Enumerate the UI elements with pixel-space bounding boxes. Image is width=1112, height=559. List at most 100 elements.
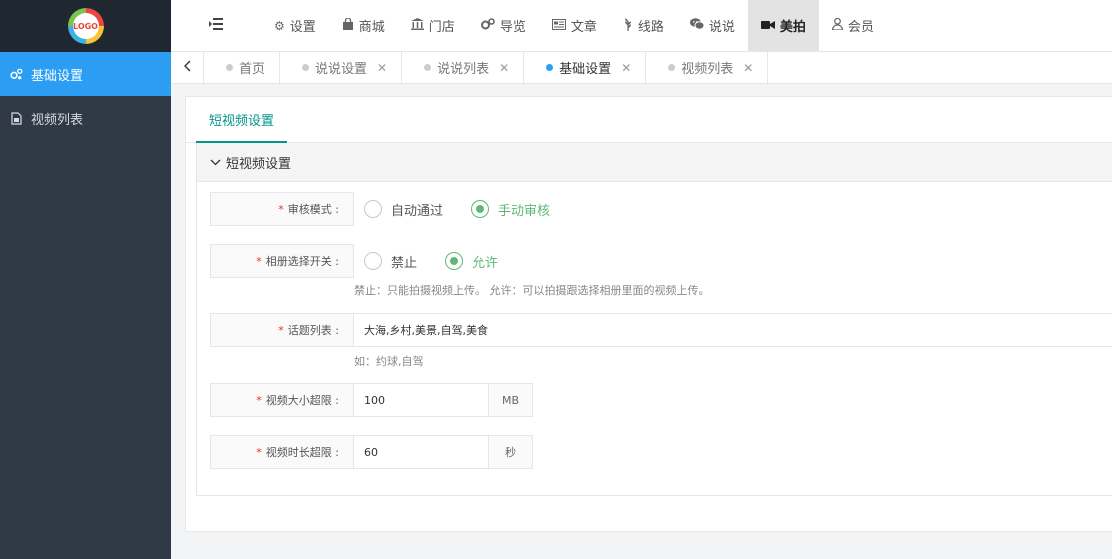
nav-item-route[interactable]: 线路 [610, 0, 677, 51]
form-label-text: 审核模式 : [287, 203, 339, 216]
close-icon[interactable]: ✕ [499, 61, 509, 75]
nav-item-store[interactable]: 门店 [398, 0, 468, 51]
logo-area: LOGO [0, 0, 171, 52]
wheat-icon [623, 18, 633, 34]
newspaper-icon [551, 18, 566, 33]
tab-home[interactable]: 首页 [204, 52, 281, 83]
menu-toggle-button[interactable] [171, 0, 261, 51]
subtab-short-video-settings[interactable]: 短视频设置 [196, 97, 288, 143]
radio-label: 手动审核 [498, 203, 551, 219]
logo-text: LOGO [72, 13, 99, 39]
nav-item-moments[interactable]: 说说 [677, 0, 748, 51]
top-nav: ⚙ 设置 商城 门店 导览 文章 线路 说说 美拍 会员 [171, 0, 1112, 52]
radio-auto-pass[interactable]: 自动通过 [364, 200, 443, 219]
form-row-duration-limit: * 视频时长超限 : 60 秒 [210, 435, 533, 469]
collapse-section: 短视频设置 * 审核模式 : 自动通过 手动审核 * 相册选择开关: 禁止 允… [196, 143, 1112, 496]
close-icon[interactable]: ✕ [377, 61, 387, 75]
nav-item-article[interactable]: 文章 [539, 0, 610, 51]
nav-item-label: 说说 [708, 20, 735, 35]
tab-label: 说说设置 [315, 62, 368, 77]
sidebar-item-basic-settings[interactable]: 基础设置 [0, 52, 171, 96]
tab-label: 首页 [239, 62, 266, 77]
tab-label: 说说列表 [437, 62, 490, 77]
close-icon[interactable]: ✕ [743, 61, 753, 75]
sidebar: LOGO 基础设置 视频列表 [0, 0, 171, 559]
required-mark: * [256, 254, 262, 268]
collapse-header[interactable]: 短视频设置 [197, 143, 1112, 182]
bank-icon [410, 18, 424, 33]
radio-label: 自动通过 [391, 203, 444, 219]
nav-item-guide[interactable]: 导览 [468, 0, 539, 51]
tab-dot [546, 64, 554, 71]
form-row-topics: * 话题列表 : 大海,乡村,美景,自驾,美食 [210, 313, 1112, 347]
logo[interactable]: LOGO [67, 8, 104, 44]
duration-limit-unit: 秒 [489, 435, 533, 469]
radio-forbid[interactable]: 禁止 [364, 252, 417, 271]
size-limit-input[interactable]: 100 [354, 383, 489, 417]
tab-moments-settings[interactable]: 说说设置 ✕ [280, 52, 403, 83]
form-label: * 审核模式 : [210, 192, 354, 226]
tab-dot [226, 64, 233, 71]
tab-bar: 首页 说说设置 ✕ 说说列表 ✕ 基础设置 ✕ 视频列表 ✕ [171, 52, 1112, 84]
nav-item-label: 门店 [428, 20, 455, 35]
required-mark: * [256, 393, 262, 407]
radio-circle [471, 200, 490, 218]
nav-item-label: 设置 [289, 20, 316, 35]
nav-item-mall[interactable]: 商城 [329, 0, 398, 51]
sidebar-item-label: 基础设置 [31, 68, 84, 84]
form-label: * 视频大小超限 : [210, 383, 354, 417]
form-label: * 话题列表 : [210, 313, 354, 347]
required-mark: * [278, 202, 284, 216]
tab-moments-list[interactable]: 说说列表 ✕ [402, 52, 525, 83]
chevron-down-icon [210, 156, 221, 169]
radio-group-audit-mode: 自动通过 手动审核 [354, 192, 578, 226]
tab-video-list[interactable]: 视频列表 ✕ [646, 52, 769, 83]
shopping-bag-icon [342, 17, 354, 33]
duration-limit-input[interactable]: 60 [354, 435, 489, 469]
video-camera-icon [760, 19, 775, 33]
form-label-text: 视频大小超限 : [265, 394, 339, 407]
nav-item-meipai[interactable]: 美拍 [747, 0, 819, 51]
nav-item-label: 导览 [499, 20, 526, 35]
form-row-size-limit: * 视频大小超限 : 100 MB [210, 383, 533, 417]
nav-item-settings[interactable]: ⚙ 设置 [261, 0, 329, 51]
nav-item-label: 商城 [358, 20, 385, 35]
cogs-icon [480, 18, 495, 33]
radio-circle [364, 252, 382, 270]
radio-label: 允许 [472, 255, 499, 271]
tab-label: 视频列表 [681, 62, 734, 77]
gears-icon [9, 68, 23, 81]
tab-scroll-left-button[interactable] [171, 52, 204, 83]
nav-item-member[interactable]: 会员 [819, 0, 887, 51]
form-row-album-switch: * 相册选择开关 : 禁止 允许 [210, 244, 526, 278]
gear-icon: ⚙ [274, 18, 285, 33]
tab-dot [668, 64, 676, 71]
user-icon [831, 17, 843, 33]
radio-allow[interactable]: 允许 [445, 252, 498, 271]
form-label-text: 话题列表 : [287, 324, 339, 337]
required-mark: * [256, 445, 262, 459]
close-icon[interactable]: ✕ [621, 61, 631, 75]
topics-input[interactable]: 大海,乡村,美景,自驾,美食 [354, 313, 1112, 347]
sidebar-item-label: 视频列表 [31, 112, 84, 128]
radio-circle [364, 200, 382, 218]
tab-basic-settings[interactable]: 基础设置 ✕ [524, 52, 647, 83]
radio-group-album-switch: 禁止 允许 [354, 244, 526, 278]
form-label-text: 视频时长超限 : [265, 446, 339, 459]
form-label-text: 相册选择开关 : [265, 255, 339, 268]
collapse-title: 短视频设置 [226, 156, 292, 172]
radio-label: 禁止 [391, 255, 418, 271]
nav-item-label: 线路 [637, 20, 664, 35]
album-switch-hint: 禁止：只能拍摄视频上传。 允许：可以拍摄跟选择相册里面的视频上传。 [354, 284, 710, 297]
nav-item-label: 文章 [570, 20, 597, 35]
form-label: * 视频时长超限 : [210, 435, 354, 469]
tab-dot [302, 64, 310, 71]
sidebar-item-video-list[interactable]: 视频列表 [0, 96, 171, 140]
nav-item-label: 美拍 [779, 20, 806, 35]
form-label: * 相册选择开关 : [210, 244, 354, 278]
radio-manual-review[interactable]: 手动审核 [471, 200, 550, 219]
size-limit-unit: MB [489, 383, 533, 417]
file-icon [9, 111, 23, 125]
form-row-audit-mode: * 审核模式 : 自动通过 手动审核 [210, 192, 578, 226]
list-indent-icon [209, 17, 223, 34]
